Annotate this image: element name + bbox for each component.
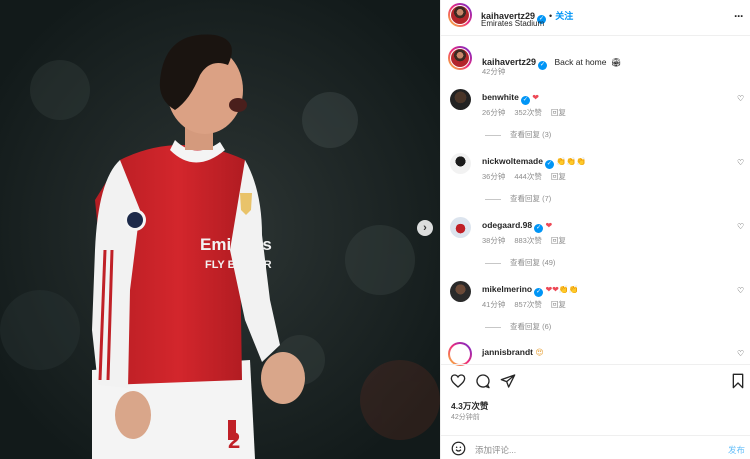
- avatar[interactable]: [450, 281, 471, 302]
- comment-username[interactable]: mikelmerino: [482, 284, 532, 294]
- comment-username[interactable]: benwhite: [482, 92, 519, 102]
- bookmark-icon[interactable]: [731, 373, 745, 389]
- heart-icon[interactable]: ♡: [737, 95, 745, 103]
- post-actions: 4.3万次赞 42分钟前 添加评论... 发布: [441, 364, 750, 459]
- add-comment-bar: 添加评论... 发布: [441, 435, 750, 459]
- comment-likes[interactable]: 352次赞: [514, 108, 542, 117]
- post-header: kaihavertz29 ✓ • 关注 Emirates Stadium ···: [441, 0, 750, 36]
- post-comment-button[interactable]: 发布: [728, 444, 745, 456]
- more-horizontal-icon[interactable]: ···: [734, 9, 744, 23]
- reply-button[interactable]: 回复: [551, 108, 566, 117]
- follow-button[interactable]: 关注: [555, 11, 573, 21]
- caption-text: Back at home: [554, 57, 607, 67]
- comment-text: ❤: [532, 93, 539, 102]
- comment-text: ❤: [545, 221, 553, 230]
- verified-badge-icon: ✓: [534, 288, 544, 297]
- heart-icon[interactable]: ♡: [737, 350, 745, 358]
- avatar[interactable]: [450, 89, 471, 110]
- comment-likes[interactable]: 857次赞: [514, 300, 542, 309]
- separator: •: [549, 11, 553, 21]
- reply-button[interactable]: 回复: [551, 300, 566, 309]
- caption-avatar[interactable]: [448, 46, 472, 70]
- reply-button[interactable]: 回复: [551, 236, 566, 245]
- next-photo-button[interactable]: ›: [417, 220, 433, 236]
- comment-time: 38分钟: [482, 236, 506, 245]
- player-illustration: Emirates FLY BETTER 2: [0, 0, 440, 459]
- send-icon[interactable]: [500, 373, 516, 389]
- comment-username[interactable]: jannisbrandt: [482, 347, 533, 357]
- comment-username[interactable]: nickwoltemade: [482, 156, 543, 166]
- view-replies-button[interactable]: 查看回复 (49): [510, 258, 555, 267]
- sponsor-text: Emirates: [200, 235, 272, 254]
- view-replies-button[interactable]: 查看回复 (6): [510, 322, 551, 331]
- author-avatar[interactable]: [448, 3, 472, 27]
- post-time: 42分钟前: [451, 414, 480, 421]
- heart-icon[interactable]: ♡: [737, 223, 745, 231]
- avatar[interactable]: [448, 342, 472, 366]
- post-photo: Emirates FLY BETTER 2 ›: [0, 0, 440, 459]
- view-replies-button[interactable]: 查看回复 (7): [510, 194, 551, 203]
- comment-likes[interactable]: 883次赞: [514, 236, 542, 245]
- smiley-icon[interactable]: [451, 441, 466, 456]
- heart-icon[interactable]: ♡: [737, 159, 745, 167]
- post-side-panel: kaihavertz29 ✓ • 关注 Emirates Stadium ··· ka…: [440, 0, 750, 459]
- comment-text: 👏👏👏: [556, 157, 587, 166]
- verified-badge-icon: ✓: [538, 61, 548, 70]
- comment-text: 😍: [535, 348, 544, 357]
- view-replies-button[interactable]: 查看回复 (3): [510, 130, 551, 139]
- like-count[interactable]: 4.3万次赞: [451, 400, 488, 412]
- avatar[interactable]: [450, 217, 471, 238]
- comment-time: 36分钟: [482, 172, 506, 181]
- verified-badge-icon: ✓: [520, 96, 530, 105]
- post-location[interactable]: Emirates Stadium: [481, 19, 544, 28]
- caption-emoji: 🏟: [610, 58, 622, 67]
- comment-input[interactable]: 添加评论...: [475, 444, 516, 456]
- heart-icon[interactable]: ♡: [737, 287, 745, 295]
- comment-time: 26分钟: [482, 108, 506, 117]
- reply-button[interactable]: 回复: [551, 172, 566, 181]
- verified-badge-icon: ✓: [544, 160, 554, 169]
- comment-icon[interactable]: [475, 373, 491, 389]
- comment-likes[interactable]: 444次赞: [514, 172, 542, 181]
- avatar[interactable]: [450, 153, 471, 174]
- heart-icon[interactable]: [450, 373, 466, 389]
- comment-username[interactable]: odegaard.98: [482, 220, 532, 230]
- caption-time: 42分钟: [482, 67, 506, 76]
- comment-time: 41分钟: [482, 300, 506, 309]
- comment-text: ❤❤👏👏: [545, 285, 579, 294]
- verified-badge-icon: ✓: [534, 224, 544, 233]
- chevron-right-icon: ›: [423, 222, 427, 234]
- sponsor-subtext: FLY BETTER: [205, 259, 272, 271]
- shirt-number: 2: [228, 428, 240, 453]
